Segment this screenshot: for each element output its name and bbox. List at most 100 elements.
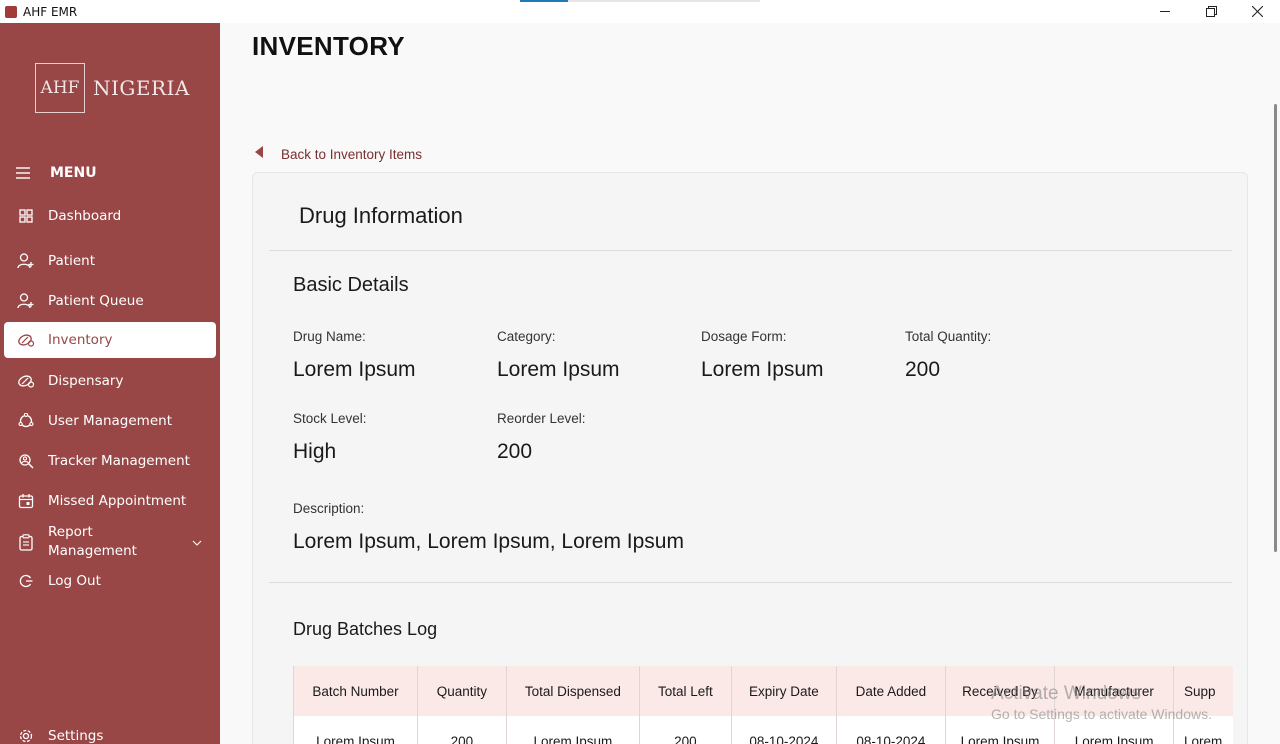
table-cell: 200	[416, 716, 507, 744]
back-link-label: Back to Inventory Items	[281, 146, 423, 162]
description-label: Description:	[293, 501, 365, 516]
sidebar-item-label: Settings	[48, 727, 104, 744]
window-title: AHF EMR	[23, 4, 78, 19]
column-header[interactable]: Date Added	[835, 666, 946, 716]
minimize-button[interactable]	[1142, 0, 1188, 23]
loading-progress-bar	[520, 0, 760, 2]
stock-level-label: Stock Level:	[293, 411, 367, 426]
column-header[interactable]: Total Left	[638, 666, 732, 716]
window-titlebar: AHF EMR	[0, 0, 1280, 23]
sidebar-item-label: Dispensary	[48, 372, 124, 389]
table-cell: 08-10-2024	[835, 716, 946, 744]
column-header[interactable]: Quantity	[416, 666, 507, 716]
description-value: Lorem Ipsum, Lorem Ipsum, Lorem Ipsum	[293, 530, 684, 553]
back-to-inventory-link[interactable]: Back to Inventory Items	[255, 146, 422, 162]
category-value: Lorem Ipsum	[497, 358, 620, 381]
vertical-scrollbar[interactable]	[1274, 104, 1277, 552]
inventory-icon	[16, 330, 36, 350]
drug-name-field: Drug Name: Lorem Ipsum	[293, 329, 416, 382]
drug-information-card: Drug Information Basic Details Drug Name…	[252, 172, 1248, 744]
back-arrow-icon	[255, 146, 263, 162]
total-quantity-label: Total Quantity:	[905, 329, 992, 344]
dashboard-icon	[16, 206, 36, 226]
table-cell: Lorem Ipsum	[505, 716, 640, 744]
patient-icon	[16, 251, 36, 271]
logo-text: NIGERIA	[93, 76, 190, 100]
table-cell: 08-10-2024	[730, 716, 837, 744]
stock-level-field: Stock Level: High	[293, 411, 367, 464]
table-cell: Lorem Ipsum	[293, 716, 418, 744]
hamburger-icon	[16, 167, 30, 179]
sidebar-item-report-management[interactable]: Report Management	[4, 523, 216, 561]
logo-box: AHF	[35, 63, 85, 113]
dosage-form-field: Dosage Form: Lorem Ipsum	[701, 329, 824, 382]
description-field: Description: Lorem Ipsum, Lorem Ipsum, L…	[293, 501, 684, 554]
divider	[269, 250, 1232, 251]
sidebar-item-label: Report Management	[48, 524, 137, 559]
calendar-icon	[16, 491, 36, 511]
app-icon	[5, 5, 17, 18]
drug-name-value: Lorem Ipsum	[293, 358, 416, 381]
sidebar-item-label: User Management	[48, 412, 172, 429]
reorder-level-value: 200	[497, 440, 533, 463]
sidebar-item-dispensary[interactable]: Dispensary	[4, 363, 216, 399]
close-icon	[1251, 6, 1263, 17]
sidebar-item-label: Dashboard	[48, 207, 122, 224]
total-quantity-field: Total Quantity: 200	[905, 329, 991, 382]
category-label: Category:	[497, 329, 556, 344]
sidebar: AHF NIGERIA MENU Dashboard Patient Patie…	[0, 23, 220, 744]
sidebar-item-dashboard[interactable]: Dashboard	[4, 198, 216, 234]
sidebar-item-label: Inventory	[48, 331, 113, 348]
sidebar-item-patient[interactable]: Patient	[4, 243, 216, 279]
dispensary-icon	[16, 371, 36, 391]
sidebar-item-inventory[interactable]: Inventory	[4, 322, 216, 358]
column-header[interactable]: Expiry Date	[730, 666, 837, 716]
sidebar-item-label: Tracker Management	[48, 452, 190, 469]
restore-button[interactable]	[1188, 0, 1234, 23]
drug-batches-log-title: Drug Batches Log	[293, 619, 438, 639]
close-button[interactable]	[1234, 0, 1280, 23]
menu-label: MENU	[50, 165, 97, 181]
patient-queue-icon	[16, 291, 36, 311]
loading-progress-fill	[520, 0, 568, 2]
minimize-icon	[1159, 11, 1170, 12]
tracker-icon	[16, 451, 36, 471]
report-icon	[16, 532, 36, 552]
total-quantity-value: 200	[905, 358, 941, 381]
user-management-icon	[16, 411, 36, 431]
sidebar-item-missed-appointment[interactable]: Missed Appointment	[4, 483, 216, 519]
menu-toggle[interactable]: MENU	[16, 165, 97, 181]
sidebar-item-tracker-management[interactable]: Tracker Management	[4, 443, 216, 479]
sidebar-item-user-management[interactable]: User Management	[4, 403, 216, 439]
sidebar-item-label: Patient	[48, 252, 96, 269]
activate-windows-watermark: Activate Windows Go to Settings to activ…	[991, 683, 1212, 722]
sidebar-item-patient-queue[interactable]: Patient Queue	[4, 283, 216, 319]
ahf-nigeria-logo: AHF NIGERIA	[35, 63, 190, 113]
gear-icon	[16, 726, 36, 744]
sidebar-item-label: Missed Appointment	[48, 492, 187, 509]
dosage-form-value: Lorem Ipsum	[701, 358, 824, 381]
reorder-level-label: Reorder Level:	[497, 411, 586, 426]
page-title: INVENTORY	[252, 31, 405, 61]
sidebar-item-label: Log Out	[48, 572, 101, 589]
sidebar-item-log-out[interactable]: Log Out	[4, 563, 216, 599]
watermark-subtitle: Go to Settings to activate Windows.	[991, 706, 1212, 722]
dosage-form-label: Dosage Form:	[701, 329, 787, 344]
logout-icon	[16, 571, 36, 591]
drug-information-title: Drug Information	[299, 203, 463, 228]
sidebar-item-settings[interactable]: Settings	[4, 718, 216, 744]
chevron-down-icon	[192, 534, 202, 550]
column-header[interactable]: Batch Number	[293, 666, 418, 716]
table-cell: 200	[638, 716, 732, 744]
window-controls	[1142, 0, 1280, 23]
category-field: Category: Lorem Ipsum	[497, 329, 620, 382]
stock-level-value: High	[293, 440, 337, 463]
watermark-title: Activate Windows	[991, 683, 1141, 704]
column-header[interactable]: Total Dispensed	[505, 666, 640, 716]
divider	[269, 582, 1232, 583]
restore-icon	[1205, 6, 1217, 17]
basic-details-title: Basic Details	[293, 274, 409, 296]
reorder-level-field: Reorder Level: 200	[497, 411, 586, 464]
drug-name-label: Drug Name:	[293, 329, 366, 344]
sidebar-item-label: Patient Queue	[48, 292, 144, 309]
